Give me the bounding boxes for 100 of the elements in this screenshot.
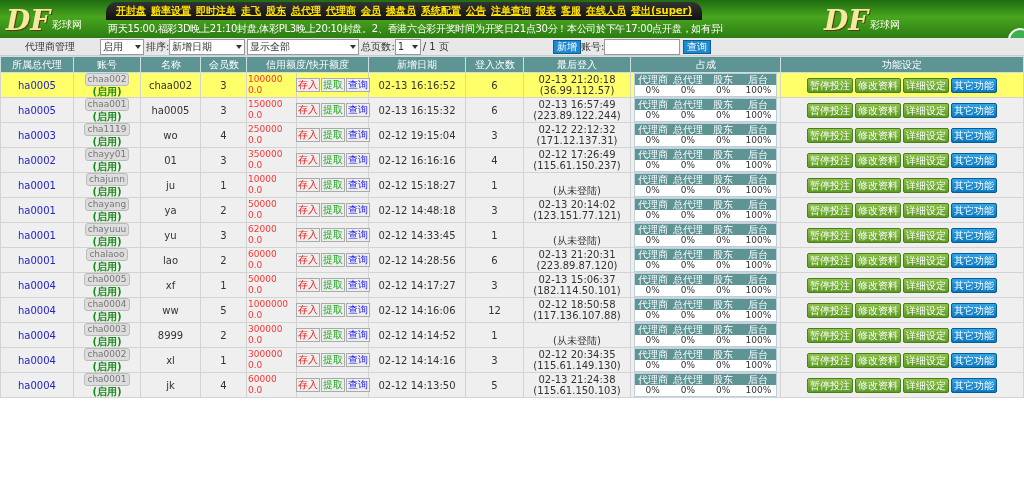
action-button[interactable]: 暂停投注 [807,277,853,293]
action-button[interactable]: 详细设定 [903,177,949,193]
table-row[interactable]: ha0004 cha0005 (启用) xf 1 50000 0.0 存入 提取 查询 02-12 14:17:27 3 02-13 15:06:37 (182.114.50.101) 代理商 总代理 股东 后台 0% 0% 0% 100% 暂停投注 修改资料 详细设定 其它功能 [0,272,1024,298]
account-tag[interactable]: chayy01 [84,148,130,161]
credit-button[interactable]: 提取 [320,353,345,367]
action-button[interactable]: 其它功能 [951,277,997,293]
table-row[interactable]: ha0004 cha0004 (启用) ww 5 1000000 0.0 存入 提取 查询 02-12 14:16:06 12 02-12 18:50:58 (117.136.107.88) 代理商 总代理 股东 后台 0% 0% 0% 100% 暂停投注 修改资料 详细设定 其它功能 [0,297,1024,323]
credit-button[interactable]: 存入 [295,103,320,117]
action-button[interactable]: 其它功能 [951,302,997,318]
account-tag[interactable]: chaa002 [84,73,130,86]
action-button[interactable]: 其它功能 [951,377,997,393]
action-button[interactable]: 暂停投注 [807,327,853,343]
action-button[interactable]: 其它功能 [951,252,997,268]
action-button[interactable]: 暂停投注 [807,377,853,393]
action-button[interactable]: 详细设定 [903,77,949,93]
credit-button[interactable]: 查询 [345,378,370,392]
account-tag[interactable]: chalaoo [86,248,128,261]
credit-button[interactable]: 提取 [320,253,345,267]
action-button[interactable]: 其它功能 [951,327,997,343]
credit-button[interactable]: 存入 [295,78,320,92]
action-button[interactable]: 暂停投注 [807,252,853,268]
menu-item[interactable]: 开封盘 [116,4,146,18]
credit-button[interactable]: 查询 [345,278,370,292]
account-tag[interactable]: chayang [84,198,130,211]
credit-button[interactable]: 提取 [320,203,345,217]
action-button[interactable]: 修改资料 [855,227,901,243]
action-button[interactable]: 修改资料 [855,252,901,268]
action-button[interactable]: 其它功能 [951,227,997,243]
credit-button[interactable]: 查询 [345,78,370,92]
action-button[interactable]: 修改资料 [855,302,901,318]
action-button[interactable]: 其它功能 [951,102,997,118]
menu-item[interactable]: 操盘员 [386,4,416,18]
credit-button[interactable]: 提取 [320,103,345,117]
account-tag[interactable]: chayuuu [84,223,130,236]
credit-button[interactable]: 存入 [295,228,320,242]
credit-button[interactable]: 查询 [345,103,370,117]
table-row[interactable]: ha0004 cha0003 (启用) 8999 2 300000 0.0 存入 提取 查询 02-12 14:14:52 1 (从未登陆) 代理商 总代理 股东 后台 0% 0% 0% 100% 暂停投注 修改资料 详细设定 其它功能 [0,322,1024,348]
table-row[interactable]: ha0005 chaa001 (启用) ha0005 3 150000 0.0 存入 提取 查询 02-13 16:15:32 6 02-13 16:57:49 (223.89.122.244) 代理商 总代理 股东 后台 0% 0% 0% 100% 暂停投注 修改资料 详细设定 其它功能 [0,97,1024,123]
menu-item[interactable]: 走飞 [241,4,261,18]
table-row[interactable]: ha0005 chaa002 (启用) chaa002 3 100000 0.0 存入 提取 查询 02-13 16:16:52 6 02-13 21:20:18 (36.99.112.57) 代理商 总代理 股东 后台 0% 0% 0% 100% 暂停投注 修改资料 详细设定 其它功能 [0,72,1024,98]
table-row[interactable]: ha0004 cha0001 (启用) jk 4 60000 0.0 存入 提取 查询 02-12 14:13:50 5 02-13 21:24:38 (115.61.150.103) 代理商 总代理 股东 后台 0% 0% 0% 100% 暂停投注 修改资料 详细设定 其它功能 [0,372,1024,398]
action-button[interactable]: 暂停投注 [807,227,853,243]
credit-button[interactable]: 查询 [345,253,370,267]
action-button[interactable]: 暂停投注 [807,77,853,93]
account-tag[interactable]: cha0004 [84,298,130,311]
action-button[interactable]: 暂停投注 [807,127,853,143]
action-button[interactable]: 暂停投注 [807,202,853,218]
credit-button[interactable]: 查询 [345,203,370,217]
action-button[interactable]: 暂停投注 [807,177,853,193]
menu-item[interactable]: 股东 [266,4,286,18]
credit-button[interactable]: 存入 [295,328,320,342]
credit-button[interactable]: 提取 [320,328,345,342]
search-button[interactable]: 查询 [683,39,712,54]
table-row[interactable]: ha0001 chayang (启用) ya 2 50000 0.0 存入 提取 查询 02-12 14:48:18 3 02-13 20:14:02 (123.151.77.121) 代理商 总代理 股东 后台 0% 0% 0% 100% 暂停投注 修改资料 详细设定 其它功能 [0,197,1024,223]
action-button[interactable]: 详细设定 [903,152,949,168]
action-button[interactable]: 暂停投注 [807,352,853,368]
credit-button[interactable]: 提取 [320,78,345,92]
account-tag[interactable]: cha0002 [84,348,130,361]
account-tag[interactable]: chaa001 [84,98,130,111]
menu-item[interactable]: 在线人员 [586,4,626,18]
action-button[interactable]: 修改资料 [855,202,901,218]
table-row[interactable]: ha0003 cha1119 (启用) wo 4 250000 0.0 存入 提取 查询 02-12 19:15:04 3 02-12 22:12:32 (171.12.137.31) 代理商 总代理 股东 后台 0% 0% 0% 100% 暂停投注 修改资料 详细设定 其它功能 [0,122,1024,148]
account-tag[interactable]: cha0003 [84,323,130,336]
table-row[interactable]: ha0001 chalaoo (启用) lao 2 60000 0.0 存入 提取 查询 02-12 14:28:56 6 02-13 21:20:31 (223.89.87.120) 代理商 总代理 股东 后台 0% 0% 0% 100% 暂停投注 修改资料 详细设定 其它功能 [0,247,1024,273]
menu-item[interactable]: 赔率设置 [151,4,191,18]
credit-button[interactable]: 提取 [320,153,345,167]
menu-item[interactable]: 总代理 [291,4,321,18]
sort-select[interactable]: 新增日期 [169,38,246,55]
action-button[interactable]: 其它功能 [951,152,997,168]
account-field[interactable] [604,38,681,55]
account-tag[interactable]: cha1119 [84,123,130,136]
action-button[interactable]: 修改资料 [855,102,901,118]
action-button[interactable]: 暂停投注 [807,152,853,168]
credit-button[interactable]: 提取 [320,228,345,242]
credit-button[interactable]: 存入 [295,378,320,392]
credit-button[interactable]: 查询 [345,303,370,317]
credit-button[interactable]: 存入 [295,128,320,142]
action-button[interactable]: 详细设定 [903,327,949,343]
action-button[interactable]: 暂停投注 [807,102,853,118]
menu-item[interactable]: 代理商 [326,4,356,18]
action-button[interactable]: 详细设定 [903,352,949,368]
action-button[interactable]: 其它功能 [951,127,997,143]
credit-button[interactable]: 存入 [295,353,320,367]
action-button[interactable]: 修改资料 [855,377,901,393]
action-button[interactable]: 暂停投注 [807,302,853,318]
table-row[interactable]: ha0001 chajunn (启用) ju 1 10000 0.0 存入 提取 查询 02-12 15:18:27 1 (从未登陆) 代理商 总代理 股东 后台 0% 0% 0% 100% 暂停投注 修改资料 详细设定 其它功能 [0,172,1024,198]
status-select[interactable]: 启用 [100,38,144,55]
menu-item[interactable]: 公告 [466,4,486,18]
credit-button[interactable]: 提取 [320,128,345,142]
action-button[interactable]: 详细设定 [903,252,949,268]
action-button[interactable]: 详细设定 [903,102,949,118]
credit-button[interactable]: 存入 [295,153,320,167]
page-select[interactable]: 1 [394,38,421,55]
credit-button[interactable]: 提取 [320,378,345,392]
account-tag[interactable]: cha0001 [84,373,130,386]
credit-button[interactable]: 存入 [295,253,320,267]
credit-button[interactable]: 查询 [345,178,370,192]
action-button[interactable]: 修改资料 [855,77,901,93]
table-row[interactable]: ha0004 cha0002 (启用) xl 1 300000 0.0 存入 提取 查询 02-12 14:14:16 3 02-12 20:34:35 (115.61.149.130) 代理商 总代理 股东 后台 0% 0% 0% 100% 暂停投注 修改资料 详细设定 其它功能 [0,347,1024,373]
credit-button[interactable]: 查询 [345,153,370,167]
